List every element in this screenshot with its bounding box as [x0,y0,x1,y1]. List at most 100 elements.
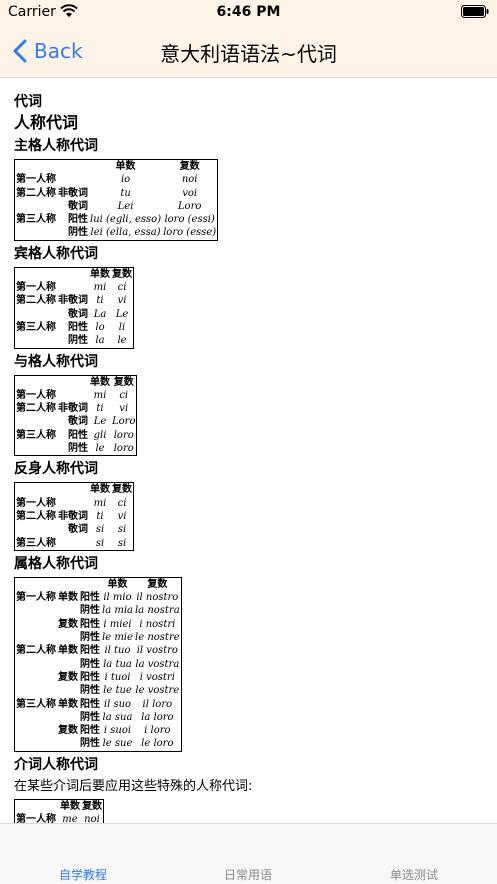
table-header-row: 单数 复数 [15,160,217,173]
table-row: 复数 阳性 i tuoi i vostri [15,671,181,684]
pronoun-form: la [95,335,105,347]
row-label: 第一人称 [16,592,56,604]
tab-quiz[interactable]: 单选测试 [344,866,484,883]
pronoun-form: ci [119,389,129,401]
row-label [15,737,57,750]
pronoun-form: le nostre [135,632,180,644]
pronoun-form: si [117,524,127,536]
pronoun-form: i suoi [103,725,132,737]
table-header-row: 单数 复数 [15,578,181,591]
header-spacer [15,160,57,173]
row-label [15,308,57,321]
pronoun-form: La [93,308,107,320]
pronoun-table: 单数 复数 第一人称 mi ci 第二人称 非敬词 ti vi 敬词 Le Loro 第三人称 阳性 gli… [14,374,138,457]
table-title: 与格人称代词 [14,353,98,370]
table-row: 敬词 La Le [15,308,133,321]
status-time: 6:46 PM [216,4,281,20]
row-label: 第三人称 [16,321,56,333]
table-row: 敬词 Le Loro [15,415,136,428]
pronoun-form: vi [117,510,127,522]
row-label: 阴性 [80,632,100,644]
pronoun-form: il tuo [104,645,131,657]
row-label: 第二人称 [16,510,56,522]
article-content[interactable]: 代词 人称代词 主格人称代词 单数 复数 第一人称 io noi 第二人称 非敬词 tu voi 敬… [14,93,484,823]
pronoun-form: i miei [103,618,132,630]
tab-daily-phrases[interactable]: 日常用语 [178,866,318,883]
column-header: 单数 [90,484,110,496]
row-label: 敬词 [68,524,88,536]
row-label [57,631,79,644]
row-label: 第一人称 [16,174,56,186]
column-header: 单数 [90,376,110,388]
table-row: 第三人称 阳性 lo li [15,321,133,334]
pronoun-form: le loro [141,738,174,750]
column-header: 单数 [107,578,128,590]
column-header: 单数 [60,800,80,812]
table-row: 阴性 la tua la vostra [15,658,181,671]
row-label: 敬词 [68,416,88,428]
header-spacer [57,376,89,389]
prepositional-table: 单数 复数 第一人称 me noi [14,798,104,823]
main-title: 人称代词 [14,113,79,132]
pronoun-form: le vostre [135,685,180,697]
row-label [15,200,57,213]
pronoun-form: ti [96,295,104,307]
table-title: 反身人称代词 [14,461,98,478]
pronoun-form: il mio [103,592,132,604]
row-label: 第三人称 [16,214,56,226]
row-label [57,173,89,186]
table-row: 第二人称 非敬词 ti vi [15,402,136,415]
table-row: 第一人称 mi ci [15,281,133,294]
table-row: 第一人称 单数 阳性 il mio il nostro [15,591,181,604]
row-label [15,671,57,684]
pronoun-table: 单数 复数 第一人称 mi ci 第二人称 非敬词 ti vi 敬词 si si 第三人称 si si [14,482,134,551]
pronoun-form: mi [93,282,107,294]
row-label: 阴性 [68,227,88,239]
table-header-row: 单数 复数 [15,376,136,389]
header-spacer [15,483,57,496]
pronoun-form: le sue [102,738,133,750]
table-row: 第三人称 单数 阳性 il suo il loro [15,698,181,711]
header-spacer [57,268,89,281]
row-label: 阳性 [80,645,100,657]
pronoun-form: noi [84,813,100,823]
pronoun-form: ti [96,403,104,415]
prepositional-description: 在某些介词后要应用这些特殊的人称代词: [14,778,253,794]
row-label [15,658,57,671]
table-title: 主格人称代词 [14,138,98,154]
table-header-row: 单数 复数 [15,483,133,496]
battery-icon [461,5,489,18]
pronoun-table: 单数 复数 第一人称 io noi 第二人称 非敬词 tu voi 敬词 Lei Loro 第三人称 阳性… [14,159,219,241]
pronoun-form: il loro [142,698,173,710]
row-label [57,737,79,750]
row-label [15,334,57,347]
table-row: 第三人称 阳性 gli loro [15,429,136,442]
table-row: 复数 阳性 i suoi i loro [15,724,181,737]
pronoun-form: gli [93,429,107,441]
pronoun-form: vi [117,295,127,307]
pronoun-form: la sua [102,711,133,723]
pronoun-form: ti [96,510,104,522]
tab-self-study[interactable]: 自学教程 [13,866,153,883]
pronoun-form: lei (ella, essa) [90,227,161,239]
pronoun-form: lui (egli, esso) [90,214,162,226]
row-label [15,226,57,239]
row-label [57,604,79,617]
pronoun-form: le mie [102,632,133,644]
row-label: 单数 [58,645,78,657]
row-label [15,711,57,724]
header-spacer [15,268,57,281]
page-title: 意大利语语法~代词 [160,42,337,66]
column-header: 复数 [113,376,134,388]
header-spacer [57,578,79,591]
pronoun-form: Loro [112,416,136,428]
pronoun-form: noi [181,174,198,186]
pronoun-form: me [62,813,78,823]
pronoun-table: 单数 复数 第一人称 mi ci 第二人称 非敬词 ti vi 敬词 La Le 第三人称 阳性 lo li 阴… [14,266,134,349]
pronoun-form: ci [117,282,127,294]
row-label: 第一人称 [16,813,56,823]
pronoun-form: voi [182,187,198,199]
table-header-row: 单数 复数 [15,800,103,813]
pronoun-form: la nostra [134,605,180,617]
row-label: 复数 [58,725,78,737]
